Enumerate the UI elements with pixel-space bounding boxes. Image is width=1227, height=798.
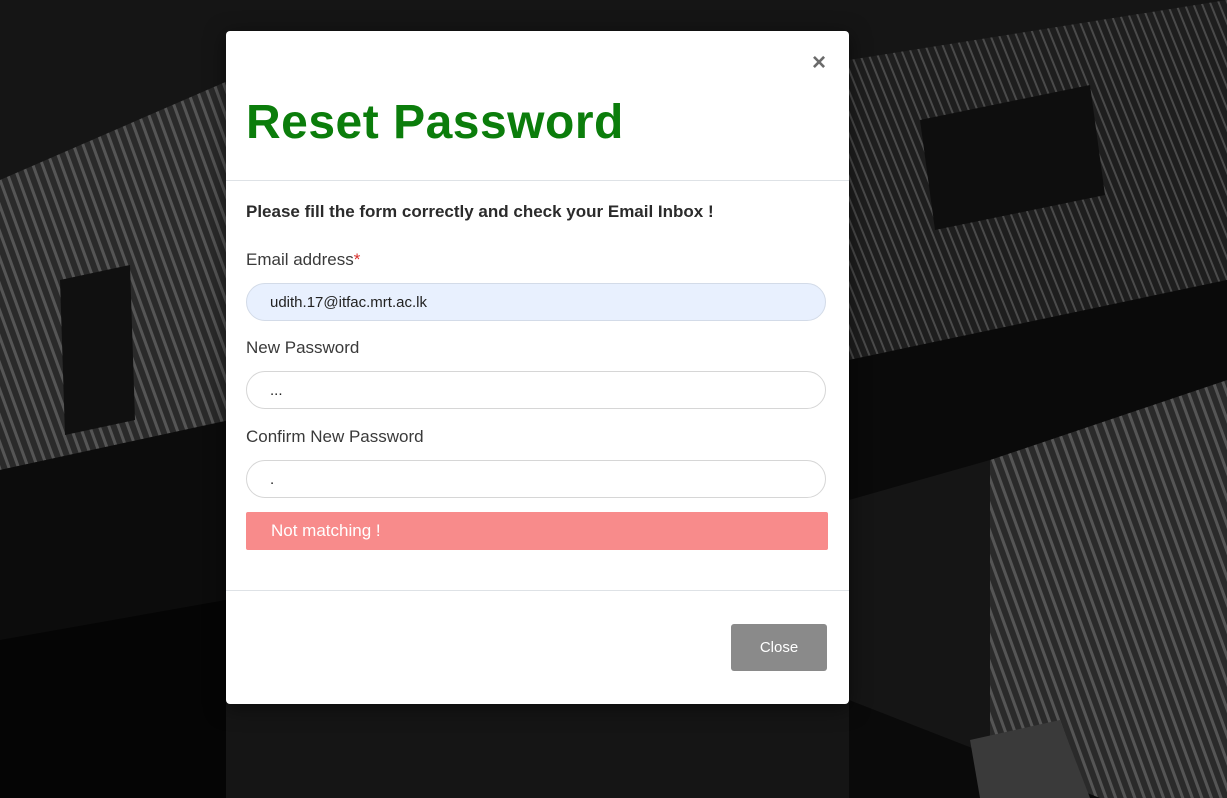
modal-title: Reset Password (246, 96, 624, 149)
email-field[interactable] (246, 283, 826, 321)
password-mismatch-alert: Not matching ! (246, 512, 828, 550)
required-marker: * (353, 250, 361, 269)
close-button[interactable]: Close (731, 624, 827, 671)
close-icon[interactable]: × (809, 51, 829, 75)
new-password-label: New Password (246, 338, 360, 357)
modal-body: Please fill the form correctly and check… (226, 181, 849, 591)
new-password-field[interactable] (246, 371, 826, 409)
confirm-password-label: Confirm New Password (246, 427, 424, 446)
email-label-text: Email address (246, 250, 354, 269)
reset-password-modal: × Reset Password Please fill the form co… (226, 31, 849, 704)
modal-footer: Close (226, 591, 849, 704)
modal-header: × Reset Password (226, 31, 849, 181)
instruction-text: Please fill the form correctly and check… (246, 202, 714, 221)
confirm-password-field[interactable] (246, 460, 826, 498)
email-label: Email address* (246, 250, 360, 270)
